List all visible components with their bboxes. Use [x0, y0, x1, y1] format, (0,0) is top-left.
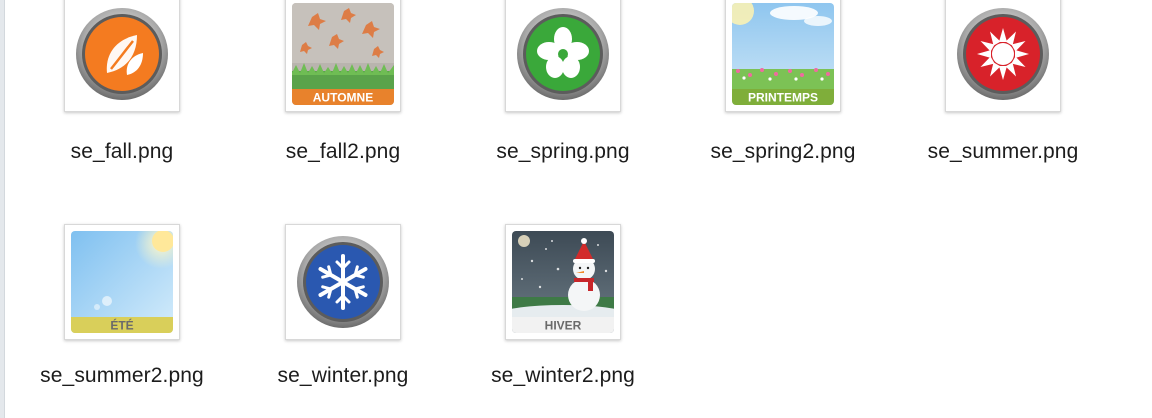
- winter-snowman-image: HIVER: [512, 231, 614, 333]
- file-item-se-summer2[interactable]: ÉTÉ se_summer2.png: [12, 224, 232, 414]
- summer-sky-image: ÉTÉ: [71, 231, 173, 333]
- file-item-se-fall[interactable]: se_fall.png: [12, 0, 232, 190]
- banner-label: HIVER: [545, 319, 582, 333]
- file-name-label: se_winter.png: [277, 364, 409, 387]
- summer-sun-icon: [952, 3, 1054, 105]
- file-thumbnail: [505, 0, 621, 112]
- file-thumbnail: PRINTEMPS: [725, 0, 841, 112]
- spring-flower-icon: [512, 3, 614, 105]
- file-thumbnail: HIVER: [505, 224, 621, 340]
- file-thumbnail: AUTOMNE: [285, 0, 401, 112]
- file-thumbnail: [945, 0, 1061, 112]
- file-name-label: se_summer.png: [927, 140, 1079, 163]
- file-grid: se_fall.png AUTOMNE se_fall2.png se_spri…: [0, 0, 1152, 418]
- autumn-leaves-image: AUTOMNE: [292, 3, 394, 105]
- file-thumbnail: ÉTÉ: [64, 224, 180, 340]
- winter-snowflake-icon: [292, 231, 394, 333]
- file-name-label: se_fall2.png: [285, 140, 401, 163]
- banner-label: ÉTÉ: [110, 318, 133, 333]
- spring-meadow-image: PRINTEMPS: [732, 3, 834, 105]
- file-item-se-summer[interactable]: se_summer.png: [893, 0, 1113, 190]
- file-name-label: se_spring.png: [496, 140, 630, 163]
- banner-label: PRINTEMPS: [748, 91, 818, 105]
- fall-leaf-icon: [71, 3, 173, 105]
- file-item-se-fall2[interactable]: AUTOMNE se_fall2.png: [233, 0, 453, 190]
- file-thumbnail: [285, 224, 401, 340]
- file-item-se-spring2[interactable]: PRINTEMPS se_spring2.png: [673, 0, 893, 190]
- file-name-label: se_spring2.png: [710, 140, 856, 163]
- file-item-se-winter2[interactable]: HIVER se_winter2.png: [453, 224, 673, 414]
- file-item-se-winter[interactable]: se_winter.png: [233, 224, 453, 414]
- file-name-label: se_winter2.png: [491, 364, 635, 387]
- file-item-se-spring[interactable]: se_spring.png: [453, 0, 673, 190]
- file-name-label: se_fall.png: [70, 140, 174, 163]
- file-name-label: se_summer2.png: [40, 364, 204, 387]
- file-thumbnail: [64, 0, 180, 112]
- banner-label: AUTOMNE: [313, 91, 373, 105]
